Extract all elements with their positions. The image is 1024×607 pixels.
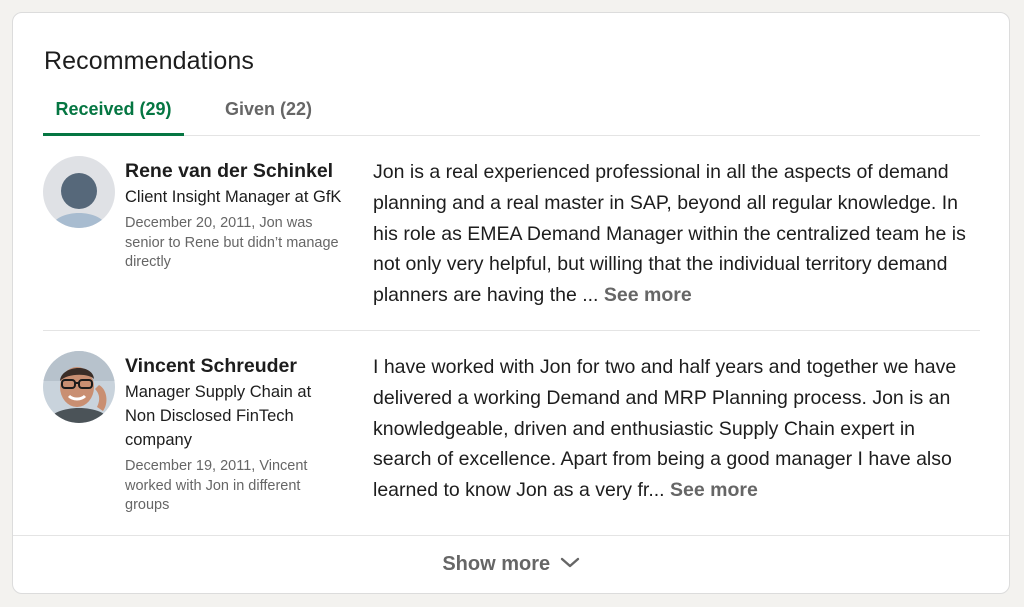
show-more-button[interactable]: Show more	[13, 535, 1009, 593]
avatar[interactable]	[43, 156, 115, 228]
see-more-link[interactable]: See more	[604, 284, 692, 306]
show-more-label: Show more	[442, 553, 551, 575]
section-title: Recommendations	[44, 47, 254, 75]
recommender-info: Vincent Schreuder Manager Supply Chain a…	[125, 353, 345, 516]
default-person-icon	[43, 156, 115, 228]
recommendation-text: Jon is a real experienced professional i…	[373, 157, 973, 311]
recommendation-item: Vincent Schreuder Manager Supply Chain a…	[43, 350, 980, 530]
recommender-name[interactable]: Rene van der Schinkel	[125, 158, 345, 184]
recommendation-meta: December 19, 2011, Vincent worked with J…	[125, 458, 308, 513]
recommendation-item: Rene van der Schinkel Client Insight Man…	[43, 155, 980, 331]
person-photo	[43, 351, 115, 423]
recommender-headline: Manager Supply Chain at Non Disclosed Fi…	[125, 383, 312, 449]
recommendation-body: I have worked with Jon for two and half …	[373, 356, 957, 502]
see-more-link[interactable]: See more	[670, 479, 758, 501]
tab-bar: Received (29) Given (22)	[43, 96, 980, 136]
chevron-down-icon	[560, 558, 579, 568]
avatar[interactable]	[43, 351, 115, 423]
recommendation-text: I have worked with Jon for two and half …	[373, 352, 973, 506]
recommender-info: Rene van der Schinkel Client Insight Man…	[125, 158, 345, 273]
tab-received[interactable]: Received (29)	[43, 96, 184, 136]
recommender-headline: Client Insight Manager at GfK	[125, 188, 342, 206]
tab-given[interactable]: Given (22)	[225, 96, 312, 135]
recommendations-card: Recommendations Received (29) Given (22)…	[12, 12, 1010, 594]
recommender-name[interactable]: Vincent Schreuder	[125, 353, 345, 379]
recommendation-meta: December 20, 2011, Jon was senior to Ren…	[125, 215, 339, 270]
